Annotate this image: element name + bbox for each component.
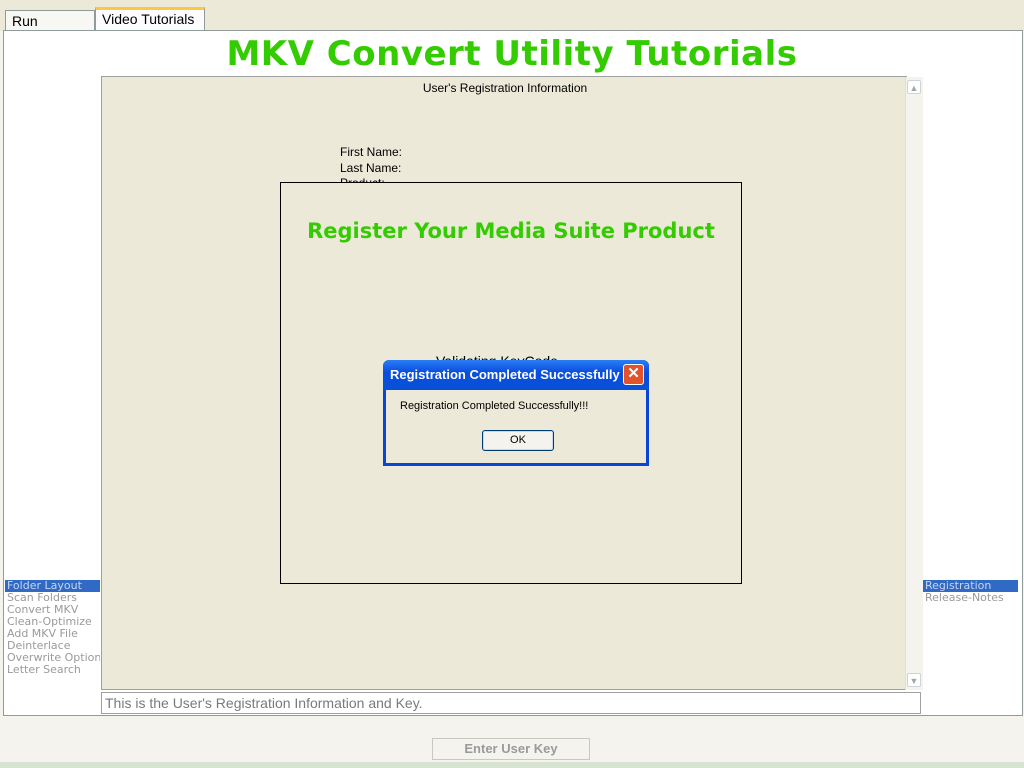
message-box-title: Registration Completed Successfully [390,367,620,382]
content-scrollbar[interactable]: ▲ ▼ [905,77,923,690]
list-item-folder-layout[interactable]: Folder Layout [5,580,100,592]
list-item-registration[interactable]: Registration [923,580,1018,592]
list-item-deinterlace[interactable]: Deinterlace [5,640,100,652]
scroll-down-arrow-icon[interactable]: ▼ [907,673,921,687]
register-product-title: Register Your Media Suite Product [307,219,715,243]
ok-button[interactable]: OK [482,430,554,451]
message-text: Registration Completed Successfully!!! [400,400,589,412]
scroll-up-arrow-icon[interactable]: ▲ [907,80,921,94]
tab-run-window[interactable]: Run Window [5,10,95,49]
list-item-add-mkv-file[interactable]: Add MKV File [5,628,100,640]
message-box-titlebar[interactable]: Registration Completed Successfully ✕ [383,360,649,390]
app-title: MKV Convert Utility Tutorials [226,34,798,74]
tab-video-tutorials[interactable]: Video Tutorials [95,7,205,31]
tab-strip: Run Window Video Tutorials [0,0,1024,49]
message-box-body: Registration Completed Successfully!!! O… [386,390,646,463]
list-item-scan-folders[interactable]: Scan Folders [5,592,100,604]
enter-user-key-button[interactable]: Enter User Key [432,738,590,760]
right-topic-list: Registration Release-Notes [923,580,1018,604]
left-topic-list: Folder Layout Scan Folders Convert MKV C… [5,580,100,676]
first-name-label: First Name: [340,145,403,159]
last-name-label: Last Name: [340,161,402,175]
registration-heading: User's Registration Information [422,81,588,95]
description-bar: This is the User's Registration Informat… [101,692,921,714]
list-item-overwrite-option[interactable]: Overwrite Option [5,652,100,664]
list-item-clean-optimize[interactable]: Clean-Optimize [5,616,100,628]
list-item-release-notes[interactable]: Release-Notes [923,592,1018,604]
list-item-convert-mkv[interactable]: Convert MKV [5,604,100,616]
bottom-edge [0,762,1024,768]
list-item-letter-search[interactable]: Letter Search [5,664,100,676]
registration-message-box: Registration Completed Successfully ✕ Re… [383,360,649,466]
close-icon[interactable]: ✕ [623,364,644,385]
